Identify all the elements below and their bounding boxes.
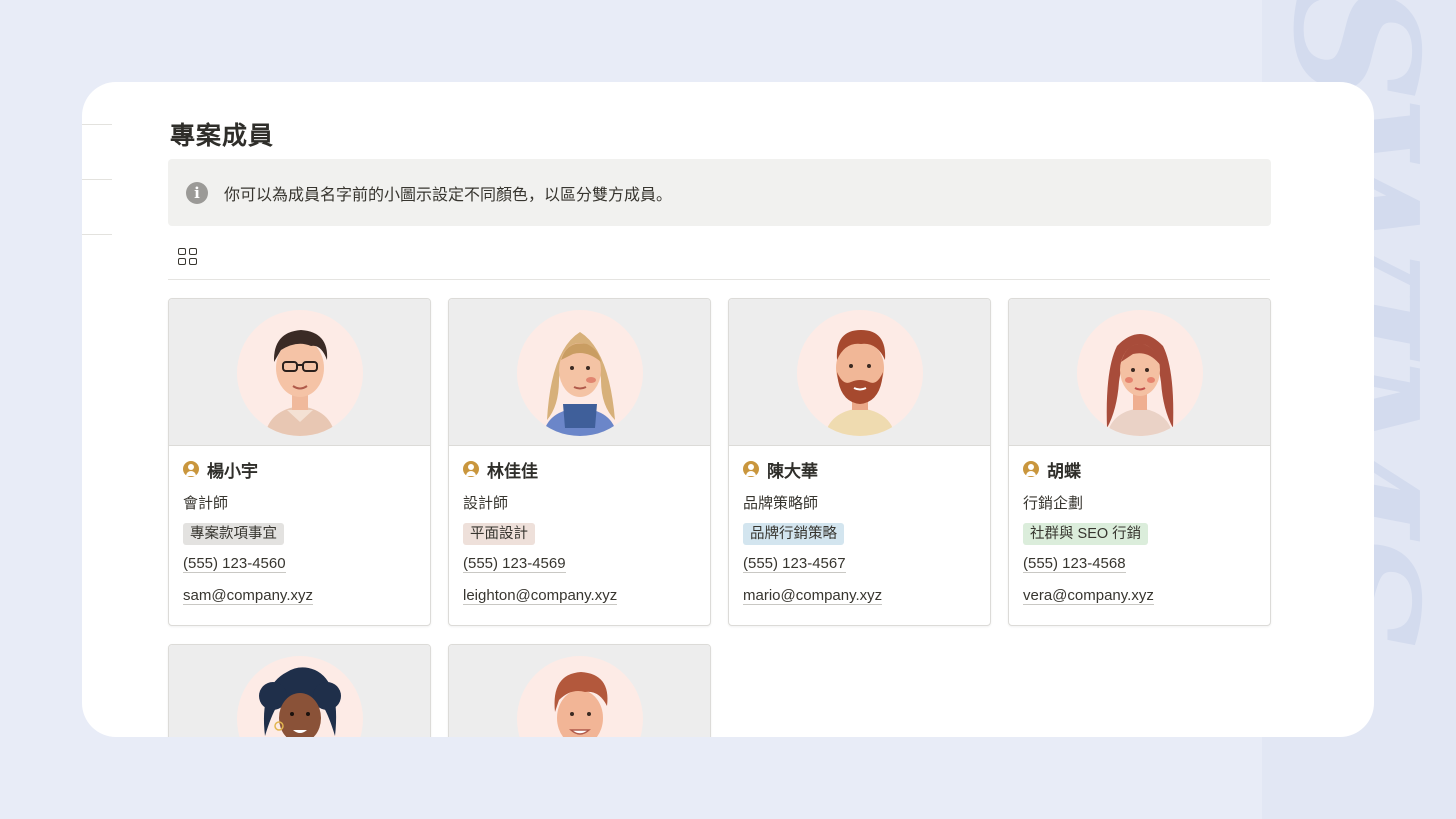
member-name: 楊小宇 (207, 461, 258, 481)
member-card[interactable]: 陳大華 品牌策略師 品牌行銷策略 (555) 123-4567 mario@co… (728, 298, 991, 626)
avatar (516, 656, 643, 737)
member-phone[interactable]: (555) 123-4560 (183, 555, 416, 575)
member-tag: 專案款項事宜 (183, 523, 284, 545)
member-phone[interactable]: (555) 123-4567 (743, 555, 976, 575)
member-phone[interactable]: (555) 123-4568 (1023, 555, 1256, 575)
member-card[interactable] (168, 644, 431, 737)
view-toolbar (168, 240, 1270, 280)
member-name: 林佳佳 (487, 461, 538, 481)
member-tag: 平面設計 (463, 523, 535, 545)
member-card[interactable]: 胡蝶 行銷企劃 社群與 SEO 行銷 (555) 123-4568 vera@c… (1008, 298, 1271, 626)
card-cover (1009, 299, 1270, 446)
info-callout[interactable]: i 你可以為成員名字前的小圖示設定不同顏色，以區分雙方成員。 (168, 159, 1271, 226)
member-phone[interactable]: (555) 123-4569 (463, 555, 696, 575)
card-cover (169, 299, 430, 446)
member-name: 陳大華 (767, 461, 818, 481)
person-icon (1023, 461, 1039, 477)
member-role: 設計師 (463, 495, 509, 512)
member-name: 胡蝶 (1047, 461, 1081, 481)
sidebar-divider (82, 234, 112, 235)
page-panel: 專案成員 i 你可以為成員名字前的小圖示設定不同顏色，以區分雙方成員。 楊小宇 … (82, 82, 1374, 737)
card-cover (169, 645, 430, 737)
member-tag: 社群與 SEO 行銷 (1023, 523, 1149, 545)
member-card[interactable] (448, 644, 711, 737)
callout-text: 你可以為成員名字前的小圖示設定不同顏色，以區分雙方成員。 (224, 186, 673, 204)
member-role: 品牌策略師 (743, 495, 819, 512)
member-card[interactable]: 林佳佳 設計師 平面設計 (555) 123-4569 leighton@com… (448, 298, 711, 626)
person-icon (743, 461, 759, 477)
member-email[interactable]: mario@company.xyz (743, 587, 976, 607)
member-email[interactable]: vera@company.xyz (1023, 587, 1256, 607)
card-cover (449, 645, 710, 737)
avatar (516, 310, 643, 436)
avatar (1076, 310, 1203, 436)
member-tag: 品牌行銷策略 (743, 523, 844, 545)
name-row: 陳大華 (743, 458, 976, 481)
member-gallery: 楊小宇 會計師 專案款項事宜 (555) 123-4560 sam@compan… (168, 298, 1272, 737)
sidebar-divider (82, 179, 112, 180)
avatar (236, 310, 363, 436)
sidebar-divider (82, 124, 112, 125)
member-email[interactable]: leighton@company.xyz (463, 587, 696, 607)
name-row: 胡蝶 (1023, 458, 1256, 481)
page-title: 專案成員 (170, 122, 275, 150)
gallery-view-icon[interactable] (178, 248, 197, 265)
member-email[interactable]: sam@company.xyz (183, 587, 416, 607)
person-icon (183, 461, 199, 477)
card-cover (449, 299, 710, 446)
person-icon (463, 461, 479, 477)
info-icon: i (186, 181, 208, 204)
name-row: 楊小宇 (183, 458, 416, 481)
avatar (236, 656, 363, 737)
member-role: 會計師 (183, 495, 229, 512)
member-role: 行銷企劃 (1023, 495, 1084, 512)
avatar (796, 310, 923, 436)
member-card[interactable]: 楊小宇 會計師 專案款項事宜 (555) 123-4560 sam@compan… (168, 298, 431, 626)
card-cover (729, 299, 990, 446)
name-row: 林佳佳 (463, 458, 696, 481)
